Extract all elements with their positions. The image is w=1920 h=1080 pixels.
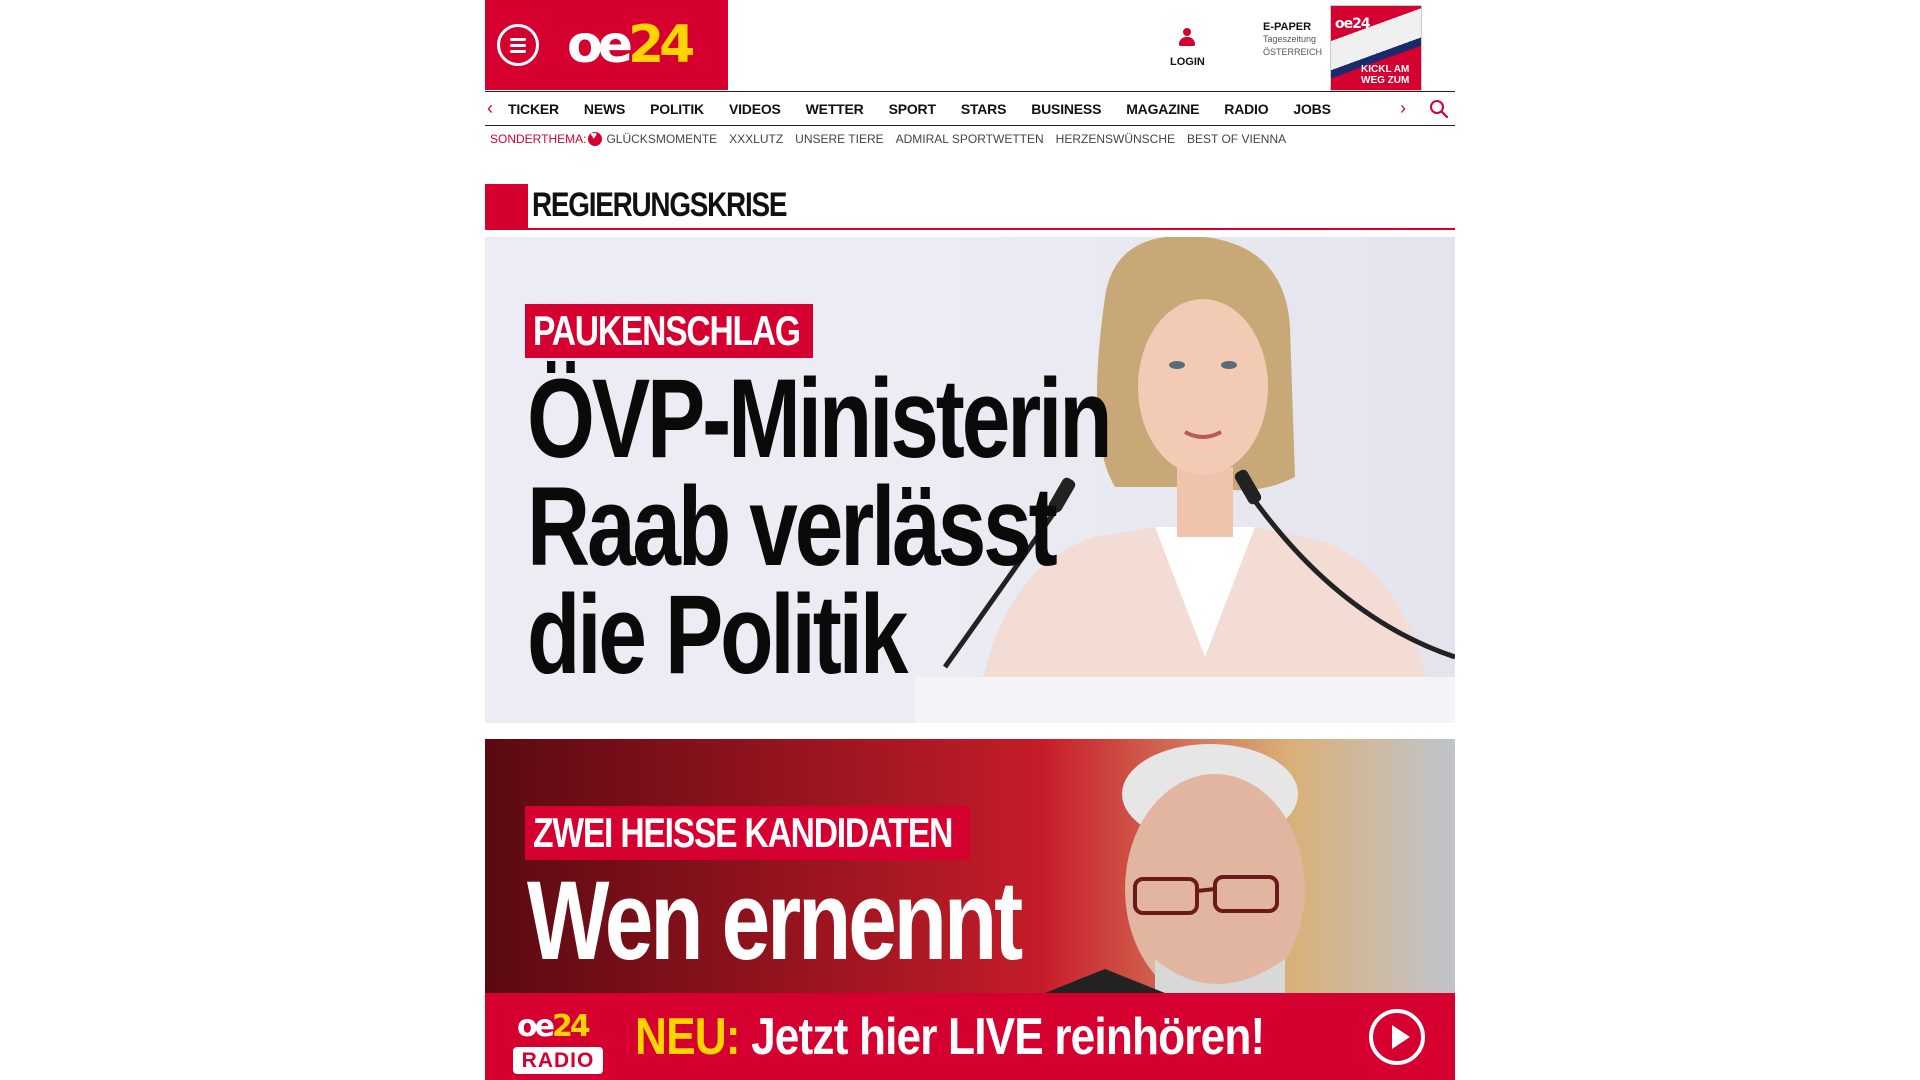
nav-item-videos[interactable]: VIDEOS xyxy=(729,101,781,117)
radio-cta-text: NEU: Jetzt hier LIVE reinhören! xyxy=(635,1007,1265,1067)
nav-item-sport[interactable]: SPORT xyxy=(889,101,936,117)
special-topics-bar: SONDERTHEMA: GLÜCKSMOMENTE XXXLUTZ UNSERE … xyxy=(490,130,1298,148)
radio-cta-label: Jetzt hier LIVE reinhören! xyxy=(751,1008,1265,1066)
nav-item-business[interactable]: BUSINESS xyxy=(1031,101,1101,117)
section-title[interactable]: REGIERUNGSKRISE xyxy=(532,186,787,225)
second-story[interactable]: ZWEI HEISSE KANDIDATEN Wen ernennt xyxy=(485,739,1455,993)
nav-item-radio[interactable]: RADIO xyxy=(1224,101,1268,117)
story-kicker: ZWEI HEISSE KANDIDATEN xyxy=(525,806,970,860)
nav-scroll-right-icon[interactable]: › xyxy=(1400,98,1406,118)
nav-item-wetter[interactable]: WETTER xyxy=(806,101,864,117)
president-photo xyxy=(1045,739,1455,993)
lead-story[interactable]: PAUKENSCHLAG ÖVP-Ministerin Raab verläss… xyxy=(485,237,1455,723)
radio-live-banner[interactable]: oe24 RADIO NEU: Jetzt hier LIVE reinhöre… xyxy=(485,993,1455,1080)
epaper-cover-headline: KICKL AM WEG ZUM xyxy=(1361,64,1410,86)
site-header: oe24 LOGIN E-PAPER Tageszeitung ÖSTERREI… xyxy=(485,0,1455,91)
nav-items: TICKER NEWS POLITIK VIDEOS WETTER SPORT STARS B… xyxy=(508,92,1356,125)
logo-24: 24 xyxy=(628,15,695,75)
story-headline[interactable]: ÖVP-Ministerin Raab verlässt die Politik xyxy=(527,356,1113,697)
special-topic-link[interactable]: ADMIRAL SPORTWETTEN xyxy=(896,132,1044,146)
play-icon[interactable] xyxy=(1369,1009,1425,1065)
nav-item-jobs[interactable]: JOBS xyxy=(1293,101,1331,117)
special-topic-link[interactable]: BEST OF VIENNA xyxy=(1187,132,1286,146)
special-topic-link[interactable]: XXXLUTZ xyxy=(729,132,783,146)
nav-item-stars[interactable]: STARS xyxy=(961,101,1007,117)
epaper-cover-image[interactable]: oe24 KICKL AM WEG ZUM xyxy=(1330,5,1422,91)
site-logo[interactable]: oe24 xyxy=(567,12,695,78)
headline-line: Wen ernennt xyxy=(527,858,1023,983)
radio-new-label: NEU: xyxy=(635,1008,740,1066)
headline-line: ÖVP-Ministerin xyxy=(527,356,1113,481)
radio-logo: oe24 RADIO xyxy=(513,1009,603,1075)
radio-logo-24: 24 xyxy=(551,1009,591,1044)
radio-logo-oe: oe xyxy=(517,1009,555,1044)
special-topic-link[interactable]: GLÜCKSMOMENTE xyxy=(606,132,717,146)
section-header: REGIERUNGSKRISE xyxy=(485,184,1455,230)
epaper-cover-logo: oe24 xyxy=(1335,16,1371,32)
nav-item-magazine[interactable]: MAGAZINE xyxy=(1126,101,1199,117)
logo-block: oe24 xyxy=(485,0,728,90)
story-kicker: PAUKENSCHLAG xyxy=(525,304,813,358)
story-headline[interactable]: Wen ernennt xyxy=(527,858,1023,983)
page: oe24 LOGIN E-PAPER Tageszeitung ÖSTERREI… xyxy=(485,0,1455,1080)
search-icon[interactable] xyxy=(1429,99,1449,119)
radio-logo-sub: RADIO xyxy=(513,1047,603,1074)
nav-item-news[interactable]: NEWS xyxy=(584,101,625,117)
epaper-subtitle: Tageszeitung xyxy=(1263,34,1317,44)
main-nav: ‹ TICKER NEWS POLITIK VIDEOS WETTER SPORT STAR… xyxy=(485,91,1455,126)
epaper-subtitle-2: ÖSTERREICH xyxy=(1263,47,1323,57)
nav-item-ticker[interactable]: TICKER xyxy=(508,101,559,117)
nav-scroll-left-icon[interactable]: ‹ xyxy=(487,98,493,118)
epaper-link[interactable]: E-PAPER Tageszeitung ÖSTERREICH xyxy=(1263,21,1331,59)
login-label: LOGIN xyxy=(1170,56,1205,68)
section-accent-bar xyxy=(485,184,528,228)
headline-line: die Politik xyxy=(527,572,908,697)
special-topics-label: SONDERTHEMA: xyxy=(490,132,587,146)
logo-oe: oe xyxy=(567,15,633,75)
menu-icon[interactable] xyxy=(497,24,539,66)
login-button[interactable]: LOGIN xyxy=(1170,28,1205,70)
nav-item-politik[interactable]: POLITIK xyxy=(650,101,704,117)
headline-line: Raab verlässt xyxy=(527,464,1058,589)
heart-icon xyxy=(588,130,603,146)
user-icon xyxy=(1179,28,1195,48)
special-topic-link[interactable]: UNSERE TIERE xyxy=(795,132,883,146)
special-topic-link[interactable]: HERZENSWÜNSCHE xyxy=(1056,132,1175,146)
epaper-title: E-PAPER xyxy=(1263,21,1312,33)
